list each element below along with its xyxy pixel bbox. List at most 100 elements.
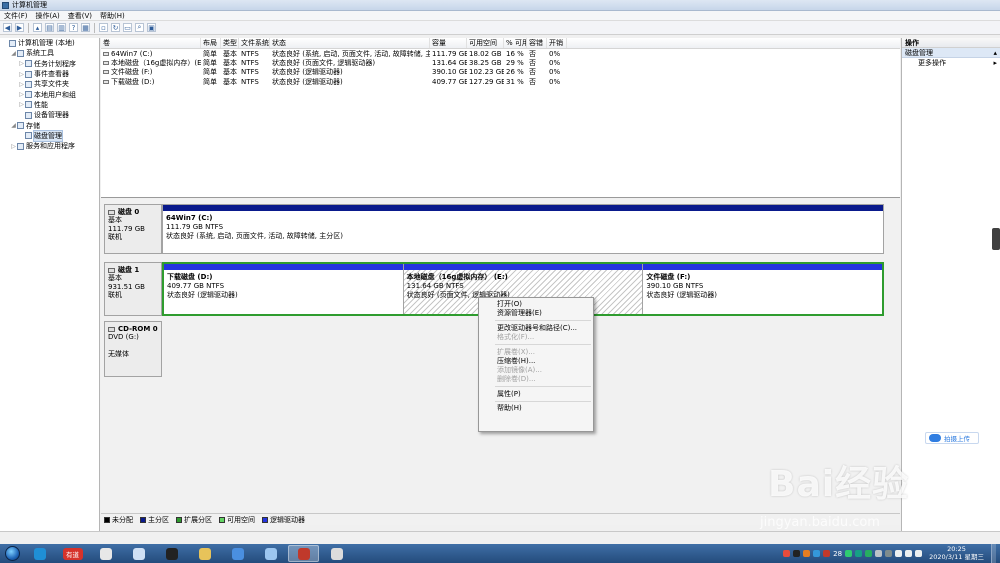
column-header[interactable]: 状态 xyxy=(270,38,430,48)
taskbar-button[interactable] xyxy=(189,545,220,562)
tree-node[interactable]: ▷ 服务和应用程序 xyxy=(0,141,99,151)
column-header[interactable]: 容错 xyxy=(527,38,547,48)
context-menu-item[interactable]: 帮助(H) xyxy=(479,404,593,413)
clock[interactable]: 20:25 2020/3/11 星期三 xyxy=(929,545,984,561)
up-folder-icon[interactable]: ▴ xyxy=(33,23,42,32)
tray-app-icon[interactable] xyxy=(823,550,831,557)
tree-node[interactable]: ◢ 系统工具 xyxy=(0,48,99,58)
tree-node[interactable]: 磁盘管理 xyxy=(0,129,99,142)
expand-arrow-icon[interactable]: ◢ xyxy=(10,122,17,129)
column-header[interactable]: % 可用 xyxy=(504,38,527,48)
context-menu-item[interactable]: 属性(P) xyxy=(479,389,593,398)
taskbar-button[interactable] xyxy=(255,545,286,562)
upload-button[interactable]: 拍摄上传 xyxy=(925,432,979,444)
tray-badge: 28 xyxy=(833,549,843,558)
tree-node[interactable]: 设备管理器 xyxy=(0,110,99,120)
tree-node[interactable]: ◢ 存储 xyxy=(0,120,99,130)
disk-0-label[interactable]: 磁盘 0 基本 111.79 GB 联机 xyxy=(104,204,162,254)
expand-arrow-icon[interactable]: ▷ xyxy=(10,143,17,150)
cdrom-label[interactable]: CD-ROM 0 DVD (G:) 无媒体 xyxy=(104,321,162,377)
tray-qq-icon[interactable] xyxy=(793,550,801,557)
taskbar-button[interactable] xyxy=(222,545,253,562)
tree-node-label: 事件查看器 xyxy=(34,70,69,79)
tray-app-icon[interactable] xyxy=(875,550,883,557)
refresh-icon[interactable]: ↻ xyxy=(111,23,120,32)
show-tree-icon[interactable]: ▤ xyxy=(45,23,54,32)
cell: 文件磁盘 (F:) xyxy=(101,68,201,77)
partition-d[interactable]: 下载磁盘 (D:) 409.77 GB NTFS 状态良好 (逻辑驱动器) xyxy=(164,264,404,314)
expand-arrow-icon[interactable]: ▷ xyxy=(18,60,25,67)
column-header[interactable]: 容量 xyxy=(430,38,467,48)
side-tab[interactable] xyxy=(992,228,1000,250)
tray-app-icon[interactable] xyxy=(855,550,863,557)
volume-row[interactable]: 64Win7 (C:) 简单 基本 NTFS 状态良好 (系统, 启动, 页面文件, 活… xyxy=(101,49,900,58)
taskbar-button[interactable] xyxy=(90,545,121,562)
flag-icon[interactable] xyxy=(885,550,893,557)
show-desktop-button[interactable] xyxy=(991,544,996,563)
menu-help[interactable]: 帮助(H) xyxy=(96,11,129,21)
collapse-arrow-icon[interactable]: ▴ xyxy=(993,49,997,57)
tray-app-icon[interactable] xyxy=(783,550,791,557)
folder-icon[interactable]: ▭ xyxy=(123,23,132,32)
cell: 0% xyxy=(549,49,561,58)
taskbar-button[interactable] xyxy=(288,545,319,562)
taskbar-button[interactable] xyxy=(321,545,352,562)
start-button[interactable] xyxy=(0,544,24,563)
expand-arrow-icon[interactable]: ▷ xyxy=(18,71,25,78)
cell: 状态良好 (逻辑驱动器) xyxy=(272,77,343,86)
taskbar-button[interactable] xyxy=(123,545,154,562)
search-icon[interactable]: ⌕ xyxy=(135,23,144,32)
menu-view[interactable]: 查看(V) xyxy=(64,11,96,21)
help-icon[interactable]: ? xyxy=(69,23,78,32)
taskbar-button[interactable] xyxy=(156,545,187,562)
actions-section-disk-management[interactable]: 磁盘管理 ▴ xyxy=(902,48,1000,58)
forward-icon[interactable]: ▶ xyxy=(15,23,24,32)
volume-row[interactable]: 文件磁盘 (F:) 简单 基本 NTFS 状态良好 (逻辑驱动器) 390.10 GB 10… xyxy=(101,68,900,77)
power-icon[interactable] xyxy=(915,550,923,557)
taskbar-button[interactable]: 有道 xyxy=(57,545,88,562)
tree-node[interactable]: ▷ 本地用户和组 xyxy=(0,89,99,99)
cell: 29 % xyxy=(506,59,524,68)
action-pane-icon[interactable]: ▦ xyxy=(81,23,90,32)
menu-action[interactable]: 操作(A) xyxy=(32,11,64,21)
column-header[interactable]: 布局 xyxy=(201,38,221,48)
legend-item: 扩展分区 xyxy=(176,515,212,525)
column-header[interactable]: 类型 xyxy=(221,38,239,48)
tray-app-icon[interactable] xyxy=(845,550,853,557)
column-header[interactable]: 卷 xyxy=(101,38,201,48)
partition-c[interactable]: 64Win7 (C:) 111.79 GB NTFS 状态良好 (系统, 启动,… xyxy=(163,205,883,253)
tray-app-icon[interactable] xyxy=(865,550,873,557)
back-icon[interactable]: ◀ xyxy=(3,23,12,32)
new-document-icon[interactable]: ▫ xyxy=(99,23,108,32)
expand-arrow-icon[interactable]: ◢ xyxy=(10,50,17,57)
expand-arrow-icon[interactable]: ▷ xyxy=(18,81,25,88)
menu-file[interactable]: 文件(F) xyxy=(0,11,32,21)
disk-1-label[interactable]: 磁盘 1 基本 931.51 GB 联机 xyxy=(104,262,162,316)
column-header[interactable]: 可用空间 xyxy=(467,38,504,48)
taskbar-button[interactable] xyxy=(24,545,55,562)
volume-row[interactable]: 下载磁盘 (D:) 简单 基本 NTFS 状态良好 (逻辑驱动器) 409.77 GB 12… xyxy=(101,77,900,86)
expand-arrow-icon[interactable]: ▷ xyxy=(18,91,25,98)
network-icon[interactable] xyxy=(895,550,903,557)
partition-f[interactable]: 文件磁盘 (F:) 390.10 GB NTFS 状态良好 (逻辑驱动器) xyxy=(643,264,883,314)
console-icon[interactable]: ▥ xyxy=(57,23,66,32)
tree-node[interactable]: ▷ 事件查看器 xyxy=(0,69,99,79)
expand-arrow-icon[interactable]: ▷ xyxy=(18,101,25,108)
volume-icon[interactable] xyxy=(905,550,913,557)
volume-name: 本地磁盘（16g虚拟内存）(E:) xyxy=(111,59,201,68)
tree-node[interactable]: ▷ 共享文件夹 xyxy=(0,79,99,89)
tray-app-icon[interactable] xyxy=(803,550,811,557)
tree-node[interactable]: ▷ 任务计划程序 xyxy=(0,59,99,69)
cell: 31 % xyxy=(506,77,524,86)
tray-app-icon[interactable] xyxy=(813,550,821,557)
volume-row[interactable]: 本地磁盘（16g虚拟内存）(E:) 简单 基本 NTFS 状态良好 (页面文件, 逻辑驱… xyxy=(101,58,900,67)
toolbar: ◀ ▶ ▴ ▤ ▥ ? ▦ ▫ ↻ ▭ ⌕ ▣ xyxy=(0,21,1000,35)
tree-node[interactable]: 计算机管理 (本地) xyxy=(0,38,99,48)
more-actions-item[interactable]: 更多操作 ▸ xyxy=(902,58,1000,68)
context-menu-item[interactable]: 资源管理器(E) xyxy=(479,309,593,318)
column-header[interactable]: 文件系统 xyxy=(239,38,270,48)
properties-icon[interactable]: ▣ xyxy=(147,23,156,32)
tree-node[interactable]: ▷ 性能 xyxy=(0,100,99,110)
column-header[interactable]: 开销 xyxy=(547,38,567,48)
optical-drive-icon xyxy=(108,326,115,332)
